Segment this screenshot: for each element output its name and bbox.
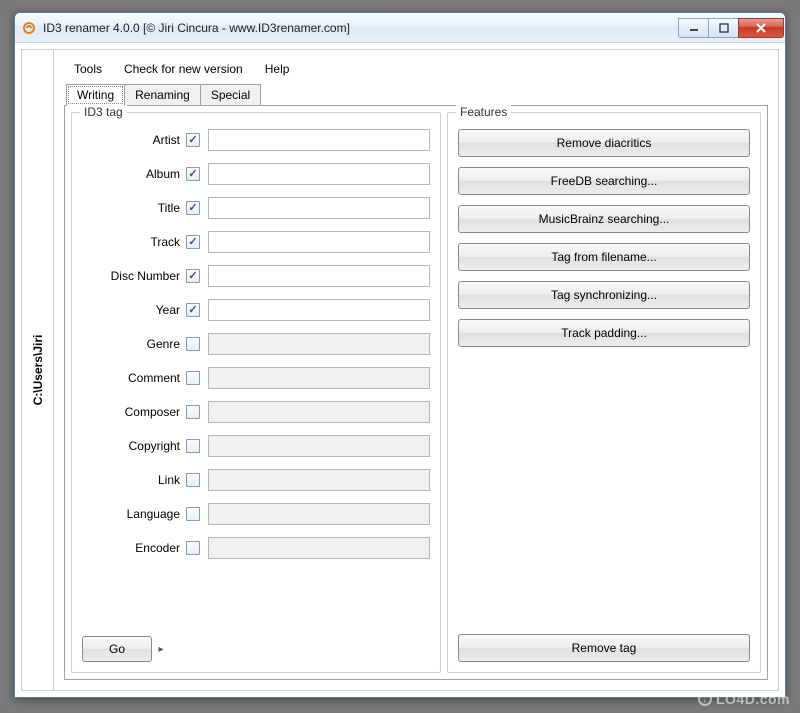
client-area: C:\Users\Jiri Tools Check for new versio… [21, 49, 779, 691]
musicbrainz-button[interactable]: MusicBrainz searching... [458, 205, 750, 233]
input-title[interactable] [208, 197, 430, 219]
field-label-artist: Artist [82, 133, 186, 147]
input-link [208, 469, 430, 491]
checkbox-genre[interactable] [186, 337, 200, 351]
field-label-link: Link [82, 473, 186, 487]
path-sidebar[interactable]: C:\Users\Jiri [22, 50, 54, 690]
freedb-button[interactable]: FreeDB searching... [458, 167, 750, 195]
tag-from-filename-label: Tag from filename... [551, 250, 656, 264]
menu-tools[interactable]: Tools [74, 62, 102, 76]
checkbox-title[interactable] [186, 201, 200, 215]
features-group: Features Remove diacriticsFreeDB searchi… [447, 112, 761, 673]
menubar: Tools Check for new version Help [64, 58, 768, 84]
field-label-genre: Genre [82, 337, 186, 351]
go-button[interactable]: Go [82, 636, 152, 662]
input-genre [208, 333, 430, 355]
id3-tag-group: ID3 tag ArtistAlbumTitleTrackDisc Number… [71, 112, 441, 673]
watermark-icon: ↓ [698, 692, 712, 706]
field-row-language: Language [82, 503, 430, 525]
watermark-text: LO4D.com [716, 691, 790, 707]
input-composer [208, 401, 430, 423]
remove-tag-button[interactable]: Remove tag [458, 634, 750, 662]
freedb-label: FreeDB searching... [551, 174, 658, 188]
field-row-composer: Composer [82, 401, 430, 423]
titlebar[interactable]: ID3 renamer 4.0.0 [© Jiri Cincura - www.… [15, 13, 785, 43]
main-panel: Tools Check for new version Help Writing… [54, 50, 778, 690]
field-label-album: Album [82, 167, 186, 181]
tab-panel-writing: ID3 tag Artist Album Title Track Disc Number… [64, 105, 768, 680]
tag-sync-button[interactable]: Tag synchronizing... [458, 281, 750, 309]
track-padding-label: Track padding... [561, 326, 647, 340]
input-copyright [208, 435, 430, 457]
field-label-discnumber: Disc Number [82, 269, 186, 283]
remove-diacritics-label: Remove diacritics [557, 136, 652, 150]
field-label-copyright: Copyright [82, 439, 186, 453]
input-comment [208, 367, 430, 389]
tabstrip: WritingRenamingSpecial [66, 84, 768, 106]
checkbox-year[interactable] [186, 303, 200, 317]
field-label-composer: Composer [82, 405, 186, 419]
field-row-track: Track [82, 231, 430, 253]
tab-special[interactable]: Special [200, 84, 261, 106]
field-label-year: Year [82, 303, 186, 317]
go-dropdown-arrow[interactable]: ▸ [154, 636, 168, 662]
app-window: ID3 renamer 4.0.0 [© Jiri Cincura - www.… [14, 12, 786, 698]
checkbox-track[interactable] [186, 235, 200, 249]
checkbox-language[interactable] [186, 507, 200, 521]
field-row-genre: Genre [82, 333, 430, 355]
field-row-encoder: Encoder [82, 537, 430, 559]
input-track[interactable] [208, 231, 430, 253]
field-row-copyright: Copyright [82, 435, 430, 457]
maximize-button[interactable] [708, 18, 738, 38]
track-padding-button[interactable]: Track padding... [458, 319, 750, 347]
path-text: C:\Users\Jiri [31, 335, 45, 406]
window-title: ID3 renamer 4.0.0 [© Jiri Cincura - www.… [43, 21, 678, 35]
musicbrainz-label: MusicBrainz searching... [539, 212, 670, 226]
features-legend: Features [456, 105, 511, 119]
input-artist[interactable] [208, 129, 430, 151]
field-label-comment: Comment [82, 371, 186, 385]
input-year[interactable] [208, 299, 430, 321]
minimize-button[interactable] [678, 18, 708, 38]
field-label-track: Track [82, 235, 186, 249]
tag-sync-label: Tag synchronizing... [551, 288, 657, 302]
watermark: ↓ LO4D.com [698, 691, 790, 707]
menu-check-version[interactable]: Check for new version [124, 62, 243, 76]
checkbox-copyright[interactable] [186, 439, 200, 453]
checkbox-comment[interactable] [186, 371, 200, 385]
input-discnumber[interactable] [208, 265, 430, 287]
field-row-album: Album [82, 163, 430, 185]
input-encoder [208, 537, 430, 559]
input-language [208, 503, 430, 525]
field-row-title: Title [82, 197, 430, 219]
input-album[interactable] [208, 163, 430, 185]
field-label-encoder: Encoder [82, 541, 186, 555]
go-button-label: Go [109, 642, 125, 656]
field-row-year: Year [82, 299, 430, 321]
window-controls [678, 18, 784, 38]
field-row-artist: Artist [82, 129, 430, 151]
checkbox-artist[interactable] [186, 133, 200, 147]
remove-tag-label: Remove tag [572, 641, 637, 655]
field-label-language: Language [82, 507, 186, 521]
field-row-link: Link [82, 469, 430, 491]
checkbox-link[interactable] [186, 473, 200, 487]
remove-diacritics-button[interactable]: Remove diacritics [458, 129, 750, 157]
app-icon [21, 20, 37, 36]
checkbox-album[interactable] [186, 167, 200, 181]
tab-writing[interactable]: Writing [66, 84, 125, 106]
checkbox-discnumber[interactable] [186, 269, 200, 283]
checkbox-encoder[interactable] [186, 541, 200, 555]
id3-tag-legend: ID3 tag [80, 105, 127, 119]
field-label-title: Title [82, 201, 186, 215]
checkbox-composer[interactable] [186, 405, 200, 419]
tab-renaming[interactable]: Renaming [124, 84, 201, 106]
tag-from-filename-button[interactable]: Tag from filename... [458, 243, 750, 271]
menu-help[interactable]: Help [265, 62, 290, 76]
field-row-discnumber: Disc Number [82, 265, 430, 287]
field-row-comment: Comment [82, 367, 430, 389]
close-button[interactable] [738, 18, 784, 38]
